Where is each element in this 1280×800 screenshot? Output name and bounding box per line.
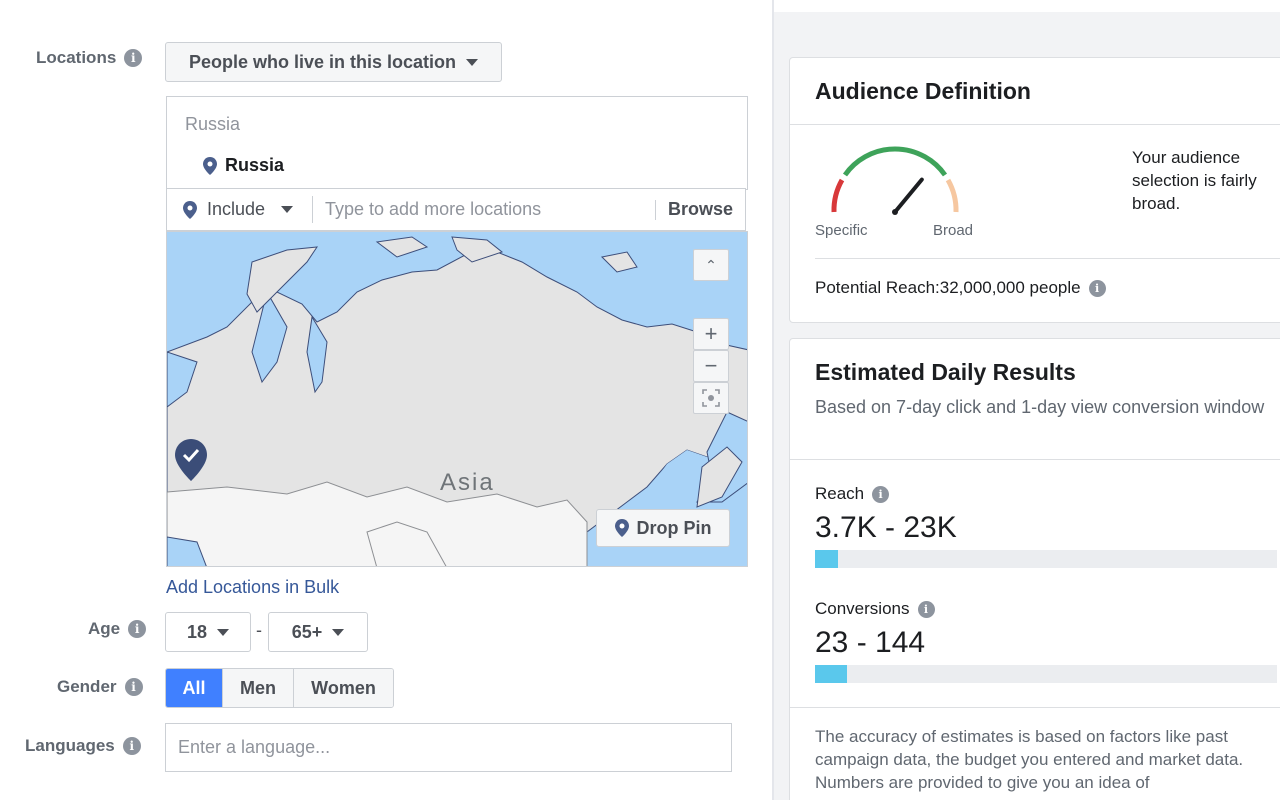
- info-icon[interactable]: i: [124, 678, 143, 696]
- estimates-sidebar: Audience Definition Specific Broad Your …: [774, 12, 1280, 800]
- locations-label: Locations i: [36, 48, 143, 68]
- info-icon[interactable]: i: [122, 737, 141, 755]
- gender-women-button[interactable]: Women: [294, 669, 393, 707]
- languages-label-text: Languages: [25, 736, 115, 755]
- caret-down-icon: [217, 628, 230, 636]
- audience-definition-card: Audience Definition Specific Broad Your …: [789, 57, 1280, 323]
- potential-reach: Potential Reach:32,000,000 people i: [815, 278, 1106, 298]
- age-separator: -: [256, 620, 262, 640]
- locations-label-text: Locations: [36, 48, 117, 67]
- gender-label-text: Gender: [57, 677, 117, 696]
- card-divider: [815, 258, 1280, 259]
- drop-pin-button[interactable]: Drop Pin: [596, 509, 730, 547]
- age-min-dropdown[interactable]: 18: [165, 612, 251, 652]
- gender-label: Gender i: [57, 677, 143, 697]
- estimates-accuracy-note: The accuracy of estimates is based on fa…: [815, 727, 1244, 792]
- age-min-value: 18: [186, 621, 208, 642]
- reach-label: Reach i: [815, 484, 890, 504]
- gauge-broad-label: Broad: [933, 222, 974, 239]
- age-max-dropdown[interactable]: 65+: [268, 612, 368, 652]
- age-max-value: 65+: [291, 621, 323, 642]
- age-label: Age i: [88, 619, 147, 639]
- conversions-bar: [815, 665, 1277, 683]
- gauge-specific-label: Specific: [815, 222, 868, 239]
- potential-reach-text: Potential Reach:32,000,000 people: [815, 278, 1081, 297]
- conversions-bar-fill: [815, 665, 848, 683]
- include-dropdown[interactable]: Include: [167, 196, 313, 223]
- drop-pin-label: Drop Pin: [636, 517, 712, 538]
- estimated-daily-results-card: Estimated Daily Results Based on 7-day c…: [789, 338, 1280, 800]
- reach-bar: [815, 550, 1277, 568]
- reach-bar-fill: [815, 550, 839, 568]
- info-icon[interactable]: i: [1088, 279, 1106, 297]
- reach-label-text: Reach: [815, 484, 865, 503]
- card-divider: [790, 459, 1280, 460]
- caret-down-icon: [466, 58, 479, 66]
- location-group-label: Russia: [185, 114, 241, 134]
- info-icon[interactable]: i: [124, 49, 143, 67]
- add-locations-bulk-link[interactable]: Add Locations in Bulk: [166, 577, 339, 598]
- targeting-panel: Locations i People who live in this loca…: [0, 0, 772, 800]
- audience-description: Your audience selection is fairly broad.: [1132, 148, 1257, 213]
- languages-label: Languages i: [25, 736, 141, 756]
- location-type-label: People who live in this location: [188, 51, 457, 72]
- daily-results-subtitle: Based on 7-day click and 1-day view conv…: [815, 397, 1265, 417]
- info-icon[interactable]: i: [917, 600, 935, 618]
- selected-locations-box: Russia Russia: [166, 96, 748, 190]
- map-pin-icon: [203, 156, 217, 175]
- map-pin-icon: [614, 519, 629, 537]
- selected-location-item[interactable]: Russia: [203, 155, 284, 176]
- location-search-bar: Include Browse: [166, 188, 746, 231]
- zoom-out-button[interactable]: −: [693, 350, 729, 382]
- location-type-dropdown[interactable]: People who live in this location: [165, 42, 502, 82]
- card-divider: [790, 124, 1280, 125]
- language-input[interactable]: [165, 723, 732, 772]
- recenter-icon: [702, 389, 720, 407]
- conversions-label-text: Conversions: [815, 599, 910, 618]
- collapse-map-button[interactable]: ⌃: [693, 249, 729, 281]
- map-region-label: Asia: [440, 469, 495, 496]
- reach-value: 3.7K - 23K: [815, 511, 957, 544]
- info-icon[interactable]: i: [872, 485, 890, 503]
- browse-button[interactable]: Browse: [654, 199, 745, 220]
- caret-down-icon: [332, 628, 345, 636]
- conversions-value: 23 - 144: [815, 626, 926, 659]
- selected-location-name: Russia: [225, 155, 285, 175]
- map-pin-icon: [183, 200, 197, 219]
- conversions-label: Conversions i: [815, 599, 935, 619]
- include-label: Include: [207, 199, 266, 219]
- info-icon[interactable]: i: [128, 620, 147, 638]
- gender-all-button[interactable]: All: [166, 669, 223, 707]
- caret-down-icon: [281, 206, 294, 213]
- audience-gauge: [831, 146, 959, 215]
- location-map[interactable]: Asia ⌃ + − Drop Pin: [166, 231, 748, 567]
- audience-definition-title: Audience Definition: [815, 78, 1031, 104]
- daily-results-title: Estimated Daily Results: [815, 359, 1076, 385]
- zoom-in-button[interactable]: +: [693, 318, 729, 350]
- gender-men-button[interactable]: Men: [223, 669, 294, 707]
- recenter-button[interactable]: [693, 382, 729, 414]
- age-label-text: Age: [88, 619, 121, 638]
- gender-selector: All Men Women: [165, 668, 394, 708]
- location-search-input[interactable]: [313, 189, 655, 230]
- card-divider: [790, 707, 1280, 708]
